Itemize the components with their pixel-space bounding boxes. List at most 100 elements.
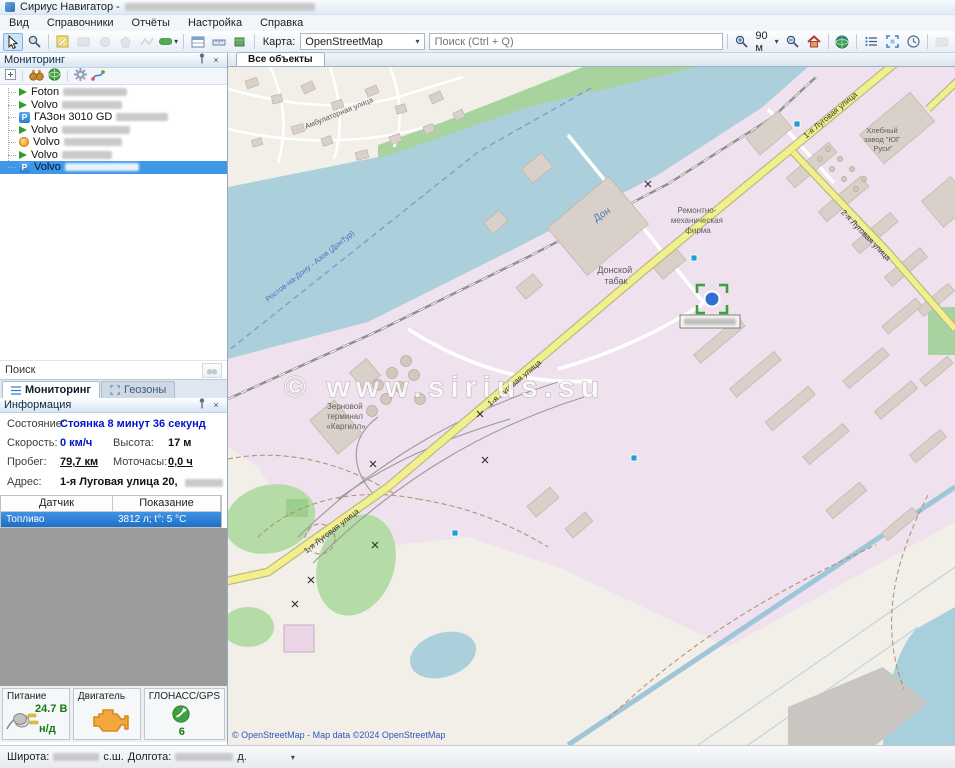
info-panel: Состояние: Стоянка 8 минут 36 секунд Ско… [0,413,227,495]
vehicle-row[interactable]: Volvo [0,149,227,162]
state-label: Состояние: [7,418,65,430]
settings-button[interactable] [74,68,87,84]
track-button[interactable] [91,69,105,84]
separator [727,34,728,49]
map-tab-strip: Все объекты [228,53,955,67]
search-input[interactable] [429,33,723,50]
close-panel-button[interactable]: × [209,399,223,412]
fit-corners-icon [110,385,120,395]
speed-value: 0 км/ч [60,437,92,449]
poi-label-grain-terminal: Зерновой терминал «Каргилл» [326,402,366,431]
state-value: Стоянка 8 минут 36 секунд [60,418,206,430]
vehicle-row[interactable]: Volvo [0,136,227,149]
object-list-button[interactable] [861,33,881,51]
tree-search-label: Поиск [5,364,35,376]
monitoring-panel-title: Мониторинг [4,54,65,66]
gps-gauge: ГЛОНАСС/GPS 6 [144,688,225,740]
redacted-text [185,479,223,487]
status-bar: Широта: с.ш. Долгота: д. ▾ [0,745,955,768]
monitoring-toolbar [0,68,227,85]
sensor-row-fuel[interactable]: Топливо 3812 л; t°: 5 °C [1,512,221,527]
engine-gauge-label: Двигатель [78,691,136,702]
find-vehicle-button[interactable] [29,69,44,84]
map-provider-combobox[interactable]: OpenStreetMap ▾ [300,33,424,50]
zoom-out-button[interactable] [783,33,803,51]
zoom-tool-button[interactable] [24,33,44,51]
watermark-text: © www.sirius.su [284,371,605,404]
close-panel-button[interactable]: × [209,54,223,67]
fit-corners-icon [886,35,899,48]
menu-reports[interactable]: Отчёты [123,15,179,31]
zoom-in-button[interactable] [731,33,751,51]
menu-directories[interactable]: Справочники [38,15,123,31]
tab-monitoring[interactable]: Мониторинг [2,381,100,398]
address-label: Адрес: [7,476,42,488]
application-window: Сириус Навигатор - Вид Справочники Отчёт… [0,0,955,768]
window-title: Сириус Навигатор - [20,1,120,13]
fit-extent-button[interactable] [882,33,902,51]
sensor-table-empty-area [0,528,227,686]
map-tab-all-objects[interactable]: Все объекты [236,52,325,66]
vehicle-name: Volvo [33,136,60,148]
redacted-title-text [125,3,315,11]
sensor-name: Топливо [1,514,113,525]
map-canvas[interactable]: Амбулаторная улица Ростов-на-Дону - Азов… [228,67,955,745]
ruler-button[interactable] [209,33,229,51]
menu-view[interactable]: Вид [0,15,38,31]
geozone-circle-button[interactable] [95,33,115,51]
glonass-gps-icon [171,704,191,724]
extra-tool-button[interactable] [932,33,952,51]
title-bar: Сириус Навигатор - [0,0,955,15]
color-pill-icon [159,37,172,46]
mileage-value[interactable]: 79,7 км [60,456,98,468]
history-time-button[interactable] [903,33,923,51]
power-gauge-label: Питание [7,691,65,702]
report-table-button[interactable] [188,33,208,51]
redacted-text [62,151,112,159]
tab-monitoring-label: Мониторинг [25,384,91,396]
redacted-longitude [175,753,233,761]
pointer-tool-button[interactable] [3,33,23,51]
engine-hours-value[interactable]: 0,0 ч [168,456,193,468]
redacted-latitude [53,753,99,761]
vehicle-moving-icon [19,151,27,159]
coords-dropdown-arrow[interactable]: ▾ [291,753,295,762]
home-view-button[interactable] [804,33,824,51]
tab-geozones[interactable]: Геозоны [101,381,175,398]
app-icon [5,2,15,12]
vehicle-row[interactable]: Foton [0,86,227,99]
menu-help[interactable]: Справка [251,15,312,31]
map-edit-icon [56,35,69,48]
geozone-line-button[interactable] [137,33,157,51]
pin-panel-button[interactable] [195,398,209,413]
mileage-label: Пробег: [7,456,47,468]
table-icon [191,36,205,48]
map-tab-label: Все объекты [248,54,313,65]
globe-button[interactable] [832,33,852,51]
pin-panel-button[interactable] [195,53,209,68]
latitude-label: Широта: [7,751,49,763]
dropdown-arrow-icon: ▾ [775,37,779,46]
geozone-polygon-button[interactable] [116,33,136,51]
vehicle-row[interactable]: P ГАЗон 3010 GD [0,111,227,124]
vehicle-row[interactable]: Volvo [0,124,227,137]
geozone-group-button[interactable] [74,33,94,51]
vehicle-name: ГАЗон 3010 GD [34,111,112,123]
zoom-scale-dropdown[interactable]: 90 м ▾ [752,30,781,54]
expand-all-button[interactable] [5,69,16,83]
menu-bar: Вид Справочники Отчёты Настройка Справка [0,15,955,31]
list-icon [11,386,21,395]
show-on-map-button[interactable] [48,68,61,84]
vehicle-row-selected[interactable]: P Volvo [0,161,227,174]
tree-search-button[interactable] [202,363,222,378]
power-voltage-value: 24.7 В [35,703,67,715]
package-button[interactable] [230,33,250,51]
pointer-icon [7,35,19,49]
green-cube-icon [234,36,245,47]
edit-map-button[interactable] [53,33,73,51]
vehicle-row[interactable]: Volvo [0,99,227,112]
menu-settings[interactable]: Настройка [179,15,251,31]
binoculars-icon [29,69,44,81]
track-color-button[interactable]: ▾ [158,33,179,51]
small-pink-block [284,625,314,652]
